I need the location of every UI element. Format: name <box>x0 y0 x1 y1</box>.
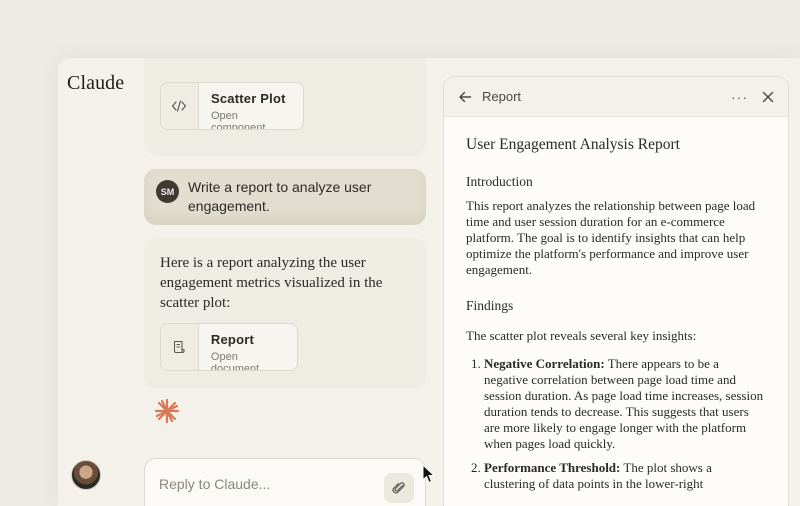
report-title: User Engagement Analysis Report <box>466 136 680 153</box>
assistant-message-text: Here is a report analyzing the user enga… <box>160 255 383 311</box>
code-icon <box>161 83 199 129</box>
panel-title: Report <box>482 89 522 104</box>
reply-box <box>144 458 426 506</box>
back-arrow-icon[interactable] <box>458 90 472 104</box>
findings-paragraph: The scatter plot reveals several key ins… <box>466 328 697 343</box>
intro-heading: Introduction <box>466 174 533 189</box>
brand-logo[interactable]: Claude <box>67 72 124 95</box>
paperclip-icon <box>392 482 405 494</box>
document-icon <box>161 324 199 370</box>
component-card-title: Scatter Plot <box>210 91 286 106</box>
findings-list: Negative Correlation: There appears to b… <box>466 356 766 492</box>
report-card-subtitle: Open document <box>210 351 260 371</box>
mouse-cursor-icon <box>422 464 436 484</box>
finding-item: Negative Correlation: There appears to b… <box>484 356 766 452</box>
panel-header: Report ··· <box>444 77 788 117</box>
chat-column: Scatter Plot Open component SM Write a r… <box>144 58 426 506</box>
report-document-card[interactable]: Report Open document <box>160 323 298 371</box>
reply-input[interactable] <box>159 473 359 495</box>
report-card-title: Report <box>210 332 254 347</box>
report-document: User Engagement Analysis Report Introduc… <box>444 117 788 492</box>
findings-heading: Findings <box>466 298 514 313</box>
assistant-message-previous: Scatter Plot Open component <box>144 58 426 156</box>
user-avatar[interactable] <box>71 460 101 490</box>
claude-spark-icon <box>154 398 180 424</box>
component-card[interactable]: Scatter Plot Open component <box>160 82 304 130</box>
user-initials-avatar: SM <box>156 180 179 203</box>
user-message-text: Write a report to analyze user engagemen… <box>188 179 372 214</box>
artifact-panel: Report ··· User Engagement Analysis Repo… <box>443 76 789 506</box>
more-options-icon[interactable]: ··· <box>731 89 748 105</box>
close-icon[interactable] <box>762 91 774 103</box>
user-message: SM Write a report to analyze user engage… <box>144 169 426 225</box>
attach-button[interactable] <box>384 473 414 503</box>
app-window: Claude Scatter Plot Open component SM Wr… <box>58 58 800 506</box>
intro-paragraph: This report analyzes the relationship be… <box>466 198 756 277</box>
finding-item: Performance Threshold: The plot shows a … <box>484 460 766 492</box>
assistant-message: Here is a report analyzing the user enga… <box>144 238 426 388</box>
component-card-subtitle: Open component <box>210 110 266 130</box>
